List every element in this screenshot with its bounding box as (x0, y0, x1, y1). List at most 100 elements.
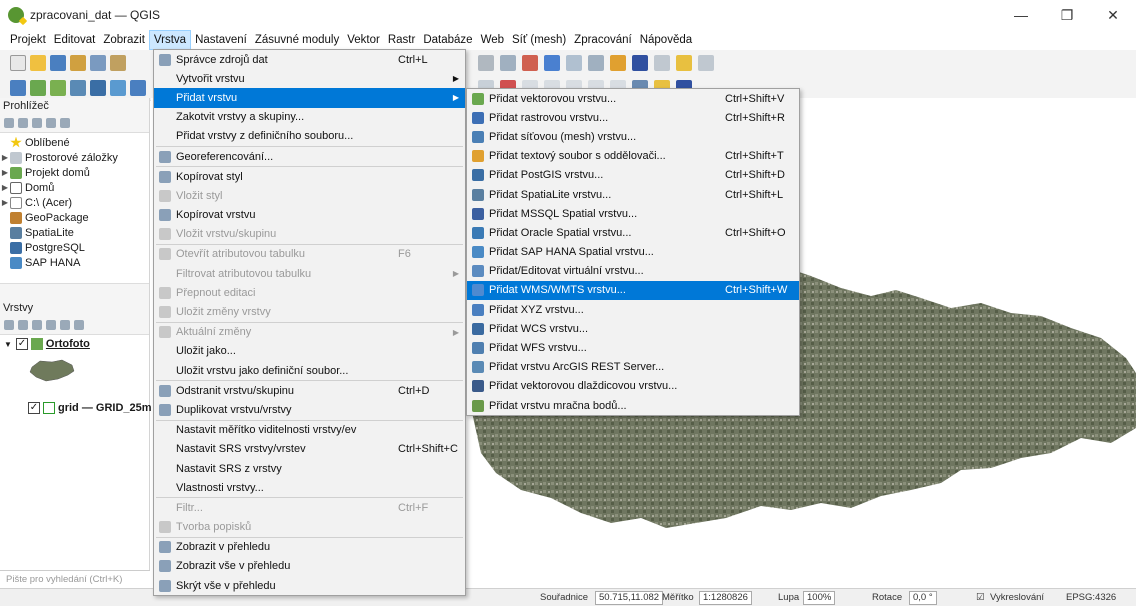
identify-icon[interactable] (478, 54, 494, 71)
layer-menu-item-prepnout-editaci[interactable]: Přepnout editaci (154, 283, 465, 302)
add-layer-item-pridat-oracle-spatial-vrstvu[interactable]: Přidat Oracle Spatial vrstvu... Ctrl+Shif… (467, 223, 799, 242)
table-icon[interactable] (588, 54, 604, 71)
browser-item-home[interactable]: ▶ Domů (0, 180, 149, 195)
refresh-icon[interactable] (4, 118, 14, 128)
toolbox-icon[interactable] (654, 54, 670, 71)
layer-menu-item-spravce-zdroju-dat[interactable]: Správce zdrojů dat Ctrl+L (154, 50, 465, 69)
layer-menu-item-nastavit-srs-z-vrstvy[interactable]: Nastavit SRS z vrstvy (154, 459, 465, 478)
menu-web[interactable]: Web (477, 30, 508, 50)
add-layer-item-pridat-wms-wmts-vrstvu[interactable]: Přidat WMS/WMTS vrstvu... Ctrl+Shift+W (467, 280, 799, 301)
layer-grid-checkbox[interactable]: ✓ (28, 402, 40, 414)
collapse-icon[interactable] (46, 118, 56, 128)
layer-menu-item-zobrazit-v-prehledu[interactable]: Zobrazit v přehledu (154, 538, 465, 557)
crs-button[interactable]: EPSG:4326 (1066, 592, 1116, 603)
layer-menu-item-nastavit-srs-vrstvy-vrstev[interactable]: Nastavit SRS vrstvy/vrstev Ctrl+Shift+C (154, 440, 465, 459)
menu-sit-mesh[interactable]: Síť (mesh) (508, 30, 570, 50)
menu-databaze[interactable]: Databáze (419, 30, 476, 50)
menu-nastaveni[interactable]: Nastavení (191, 30, 251, 50)
menu-zasuvne-moduly[interactable]: Zásuvné moduly (251, 30, 343, 50)
add-delimited-icon[interactable] (50, 79, 66, 96)
coordinate-field[interactable]: 50.715,11.082 (595, 590, 664, 605)
new-project-icon[interactable] (10, 54, 26, 71)
menu-zobrazit[interactable]: Zobrazit (99, 30, 149, 50)
close-button[interactable]: ✕ (1090, 0, 1136, 30)
layer-menu-item-georeferencovani[interactable]: Georeferencování... (154, 147, 465, 166)
menu-vrstva[interactable]: Vrstva (148, 30, 192, 50)
filter-legend-icon[interactable] (46, 320, 56, 330)
render-checkbox[interactable]: ☑ (976, 592, 985, 603)
select-icon[interactable] (500, 54, 516, 71)
layer-menu-item-ulozit-jako[interactable]: Uložit jako... (154, 342, 465, 361)
layer-menu-item-vytvorit-vrstvu[interactable]: Vytvořit vrstvu ▶ (154, 69, 465, 88)
layer-menu-item-nastavit-meritko-viditelnosti-vrstvy-ev[interactable]: Nastavit měřítko viditelnosti vrstvy/ev (154, 421, 465, 440)
layer-menu-item-vlastnosti-vrstvy[interactable]: Vlastnosti vrstvy... (154, 478, 465, 497)
browser-item-bookmarks[interactable]: ▶ Prostorové záložky (0, 150, 149, 165)
layer-menu-item-aktualni-zmeny[interactable]: Aktuální změny ▶ (154, 323, 465, 342)
menu-rastr[interactable]: Rastr (384, 30, 419, 50)
locator-search-input[interactable]: Pište pro vyhledání (Ctrl+K) (0, 570, 150, 588)
menu-vektor[interactable]: Vektor (343, 30, 384, 50)
layer-menu-item-tvorba-popisku[interactable]: Tvorba popisků (154, 518, 465, 537)
filter-icon[interactable] (32, 118, 42, 128)
menu-zpracovani[interactable]: Zpracování (570, 30, 636, 50)
layer-menu-item-ulozit-zmeny-vrstvy[interactable]: Uložit změny vrstvy (154, 302, 465, 321)
rotation-field[interactable]: 0,0 ° (909, 590, 937, 605)
add-layer-item-pridat-mssql-spatial-vrstvu[interactable]: Přidat MSSQL Spatial vrstvu... (467, 204, 799, 223)
search-icon[interactable] (698, 54, 714, 71)
select-by-location-icon[interactable] (544, 54, 560, 71)
layer-menu-item-filtr[interactable]: Filtr... Ctrl+F (154, 498, 465, 517)
add-layer-item-pridat-spatialite-vrstvu[interactable]: Přidat SpatiaLite vrstvu... Ctrl+Shift+L (467, 185, 799, 204)
visibility-icon[interactable] (32, 320, 42, 330)
add-layer-item-pridat-xyz-vrstvu[interactable]: Přidat XYZ vrstvu... (467, 300, 799, 319)
layer-menu-item-pridat-vrstvu[interactable]: Přidat vrstvu ▶ (154, 88, 465, 108)
browser-item-project-home[interactable]: ▶ Projekt domů (0, 165, 149, 180)
add-layer-item-pridat-rastrovou-vrstvu[interactable]: Přidat rastrovou vrstvu... Ctrl+Shift+R (467, 108, 799, 127)
add-spatialite-icon[interactable] (70, 79, 86, 96)
add-virtual-icon[interactable] (130, 79, 146, 96)
menu-napoveda[interactable]: Nápověda (636, 30, 696, 50)
layer-menu-item-skryt-vse-v-prehledu[interactable]: Skrýt vše v přehledu (154, 576, 465, 595)
scale-field[interactable]: 1:1280826 (699, 590, 752, 605)
minimize-button[interactable]: — (998, 0, 1044, 30)
statistics-icon[interactable] (632, 54, 648, 71)
add-layer-item-pridat-wcs-vrstvu[interactable]: Přidat WCS vrstvu... (467, 319, 799, 338)
save-project-icon[interactable] (50, 54, 66, 71)
deselect-icon[interactable] (522, 54, 538, 71)
browser-item-spatialite[interactable]: SpatiaLite (0, 225, 149, 240)
add-layer-item-pridat-vrstvu-mracna-bodu[interactable]: Přidat vrstvu mračna bodů... (467, 396, 799, 415)
layer-menu-item-duplikovat-vrstvu-vrstvy[interactable]: Duplikovat vrstvu/vrstvy (154, 400, 465, 419)
layer-ortofoto[interactable]: ▼ ✓ Ortofoto (0, 335, 149, 353)
layer-menu-item-pridat-vrstvy-z-definicniho-souboru[interactable]: Přidat vrstvy z definičního souboru... (154, 127, 465, 146)
browser-item-postgresql[interactable]: PostgreSQL (0, 240, 149, 255)
field-calculator-icon[interactable] (610, 54, 626, 71)
info-icon[interactable] (60, 118, 70, 128)
reload-icon[interactable] (18, 118, 28, 128)
add-layer-item-pridat-wfs-vrstvu[interactable]: Přidat WFS vrstvu... (467, 338, 799, 357)
layer-menu-item-kopirovat-vrstvu[interactable]: Kopírovat vrstvu (154, 206, 465, 225)
browser-item-drive-c[interactable]: ▶ C:\ (Acer) (0, 195, 149, 210)
magnifier-field[interactable]: 100% (803, 590, 836, 605)
add-layer-item-pridat-vrstvu-arcgis-rest-server[interactable]: Přidat vrstvu ArcGIS REST Server... (467, 358, 799, 377)
menu-projekt[interactable]: Projekt (6, 30, 50, 50)
layer-menu-item-vlozit-styl[interactable]: Vložit styl (154, 186, 465, 205)
add-group-icon[interactable] (18, 320, 28, 330)
add-layer-item-pridat-sitovou-mesh-vrstvu[interactable]: Přidat síťovou (mesh) vrstvu... (467, 127, 799, 146)
add-vector-icon[interactable] (10, 79, 26, 96)
add-raster-icon[interactable] (30, 79, 46, 96)
measure-icon[interactable] (566, 54, 582, 71)
menu-editovat[interactable]: Editovat (50, 30, 100, 50)
layer-menu-item-kopirovat-styl[interactable]: Kopírovat styl (154, 167, 465, 186)
layer-menu-item-odstranit-vrstvu-skupinu[interactable]: Odstranit vrstvu/skupinu Ctrl+D (154, 381, 465, 400)
maximize-button[interactable]: ❐ (1044, 0, 1090, 30)
layer-grid[interactable]: ✓ grid — GRID_25m_ (28, 399, 158, 417)
layer-menu-item-vlozit-vrstvu-skupinu[interactable]: Vložit vrstvu/skupinu (154, 225, 465, 244)
browser-item-sap-hana[interactable]: SAP HANA (0, 255, 149, 270)
layer-ortofoto-checkbox[interactable]: ✓ (15, 338, 28, 350)
add-layer-item-pridat-vektorovou-dlazdicovou-vrstvu[interactable]: Přidat vektorovou dlaždicovou vrstvu... (467, 377, 799, 396)
layer-menu-item-filtrovat-atributovou-tabulku[interactable]: Filtrovat atributovou tabulku ▶ (154, 264, 465, 283)
layer-menu-item-ulozit-vrstvu-jako-definicni-soubor[interactable]: Uložit vrstvu jako definiční soubor... (154, 361, 465, 380)
layer-menu-item-otevrit-atributovou-tabulku[interactable]: Otevřít atributovou tabulku F6 (154, 245, 465, 264)
add-postgis-icon[interactable] (90, 79, 106, 96)
add-layer-item-pridat-editovat-virtualni-vrstvu[interactable]: Přidat/Editovat virtuální vrstvu... (467, 262, 799, 281)
add-wms-icon[interactable] (110, 79, 126, 96)
